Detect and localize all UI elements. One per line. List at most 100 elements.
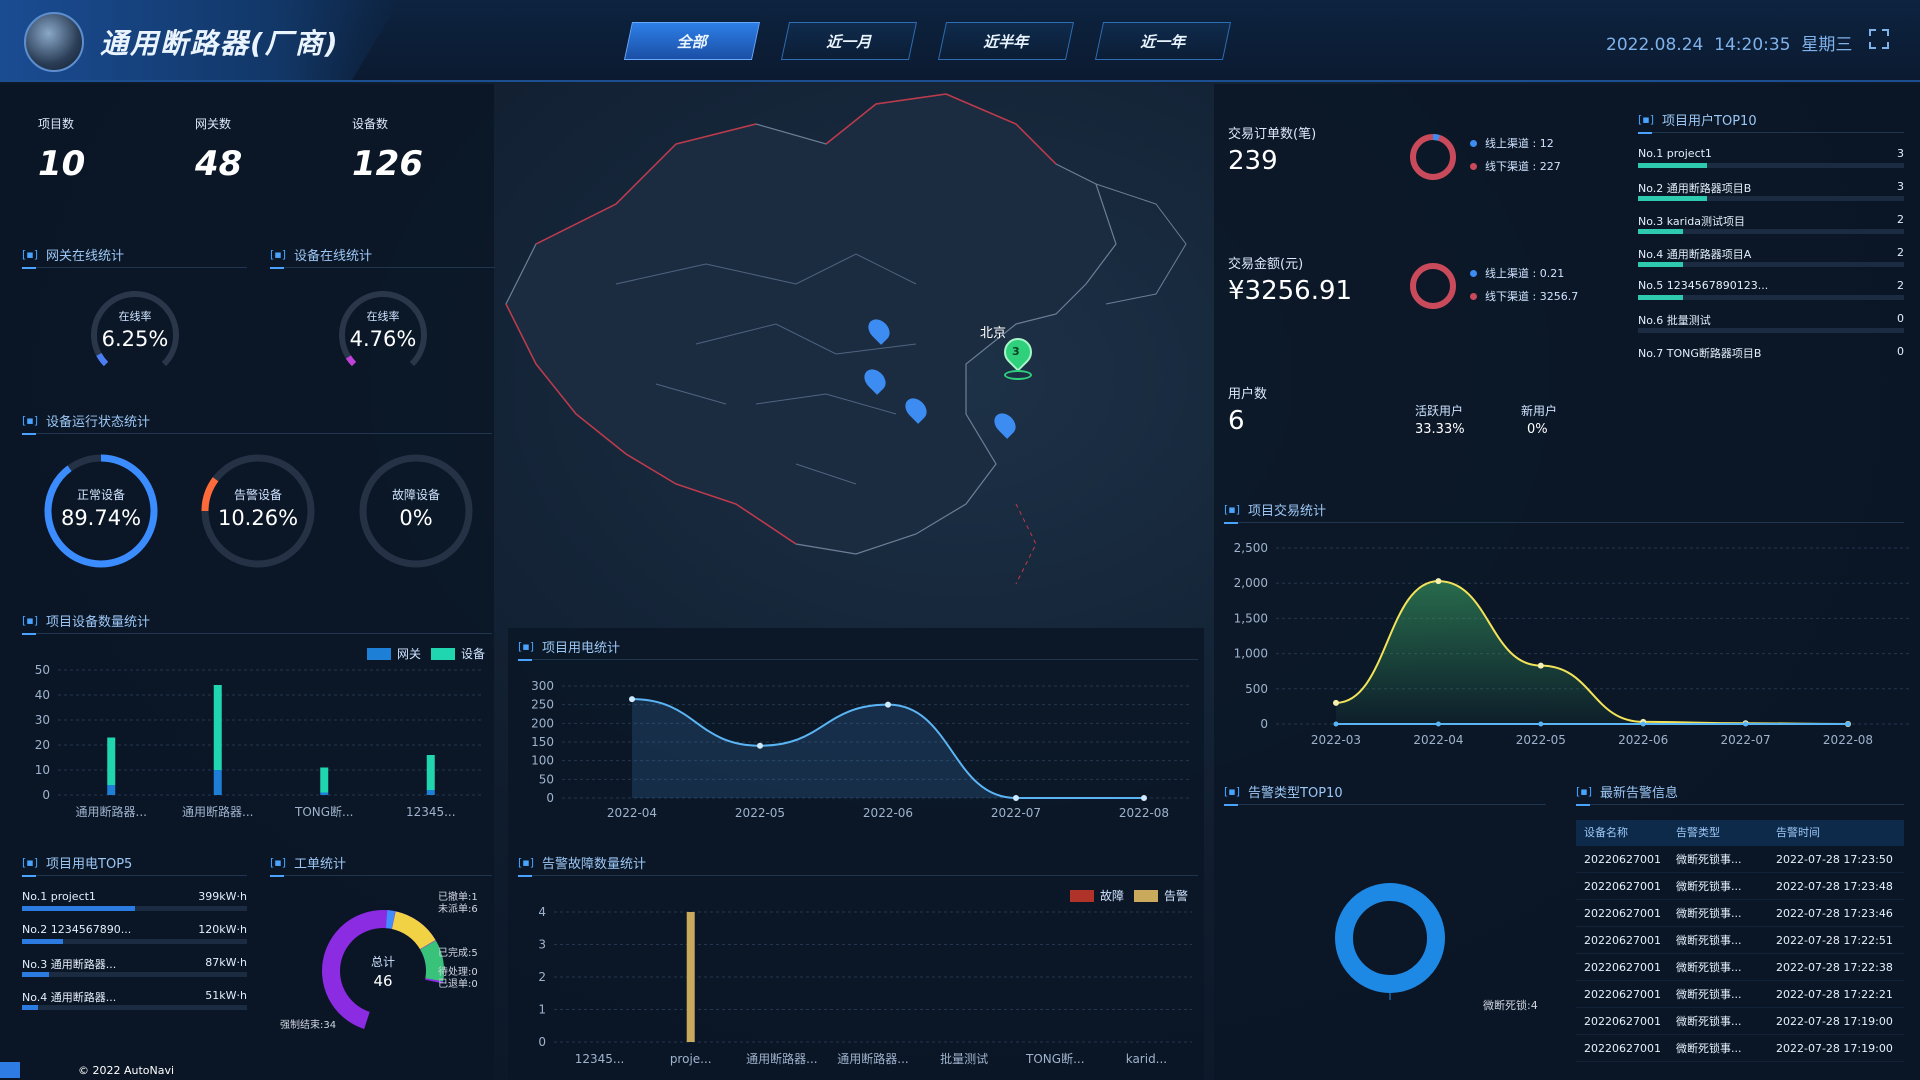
power-line-chart: 300 250 200 150 100 50 0 2022-04 2022-05 2022-06 2… bbox=[531, 679, 1192, 820]
device-online-rate: 4.76% bbox=[349, 327, 417, 351]
alarm-device-value: 10.26% bbox=[217, 506, 299, 530]
y-tick-label: 40 bbox=[35, 688, 50, 702]
x-tick-label: 2022-07 bbox=[991, 806, 1041, 820]
table-row[interactable]: 20220627001 微断死锁事... 2022-07-28 17:23:50 bbox=[1576, 846, 1904, 873]
area-fill bbox=[632, 699, 1144, 798]
data-point bbox=[629, 696, 635, 703]
gateways-count: 48 bbox=[195, 144, 243, 184]
tab-last-year[interactable]: 近一年 bbox=[1094, 22, 1232, 60]
legend-swatch bbox=[431, 647, 455, 660]
bar bbox=[107, 737, 116, 785]
list-item: No.1 project1 3 bbox=[1638, 147, 1904, 180]
bracket-icon: [▪] bbox=[1224, 785, 1241, 798]
data-point bbox=[757, 742, 763, 749]
new-users-value: 0% bbox=[1527, 422, 1548, 437]
x-tick-label: proje... bbox=[670, 1052, 712, 1066]
list-item: No.4 通用断路器... 51kW·h bbox=[22, 989, 247, 1022]
table-row[interactable]: 20220627001 微断死锁事... 2022-07-28 17:23:46 bbox=[1576, 900, 1904, 927]
tab-half-year[interactable]: 近半年 bbox=[937, 22, 1075, 60]
progress-fill bbox=[22, 972, 49, 977]
y-tick-label: 2,500 bbox=[1234, 541, 1268, 555]
blue-dot-icon bbox=[1470, 270, 1477, 277]
bracket-icon: [▪] bbox=[518, 856, 535, 869]
table-row[interactable]: 20220627001 微断死锁事... 2022-07-28 17:22:51 bbox=[1576, 927, 1904, 954]
y-tick-label: 20 bbox=[35, 738, 50, 752]
x-tick-label: 12345... bbox=[575, 1052, 625, 1066]
table-row[interactable]: 20220627001 微断死锁事... 2022-07-28 17:19:00 bbox=[1576, 1035, 1904, 1062]
latest-alarms-title: [▪] 最新告警信息 bbox=[1576, 782, 1904, 806]
map-credit: © 2022 AutoNavi bbox=[0, 1062, 174, 1078]
beijing-label: 北京 bbox=[980, 326, 1007, 341]
table-row[interactable]: 20220627001 微断死锁事... 2022-07-28 17:22:38 bbox=[1576, 954, 1904, 981]
progress-fill bbox=[1638, 262, 1684, 267]
wo-label-completed: 已完成:5 bbox=[438, 948, 478, 959]
data-point bbox=[1333, 699, 1339, 706]
bracket-icon: [▪] bbox=[1224, 503, 1241, 516]
x-tick-label: 批量测试 bbox=[940, 1051, 988, 1066]
trade-stats-title: [▪] 项目交易统计 bbox=[1224, 500, 1904, 524]
fullscreen-icon[interactable] bbox=[1868, 28, 1890, 50]
map-cluster-ring bbox=[1004, 370, 1032, 380]
y-tick-label: 2 bbox=[538, 970, 546, 984]
order-count-label: 交易订单数(笔) bbox=[1228, 127, 1317, 142]
y-tick-label: 0 bbox=[42, 788, 50, 802]
progress-fill bbox=[22, 906, 135, 911]
alarm-type-donut bbox=[1335, 883, 1445, 1000]
tab-all[interactable]: 全部 bbox=[623, 22, 761, 60]
bracket-icon: [▪] bbox=[270, 856, 287, 869]
gateway-online-label: 在线率 bbox=[118, 310, 152, 323]
users-count: 6 bbox=[1228, 406, 1245, 436]
x-tick-label: 12345... bbox=[406, 805, 456, 819]
order-offline-item: 线下渠道 : 227 bbox=[1470, 158, 1561, 174]
devices-count: 126 bbox=[352, 144, 423, 184]
tab-last-month[interactable]: 近一月 bbox=[780, 22, 918, 60]
list-item: No.2 通用断路器项目B 3 bbox=[1638, 180, 1904, 213]
order-online-item: 线上渠道 : 12 bbox=[1470, 135, 1554, 151]
work-orders-title: [▪] 工单统计 bbox=[270, 853, 492, 877]
bar bbox=[107, 785, 116, 795]
y-tick-label: 100 bbox=[531, 754, 554, 768]
x-tick-label: 2022-04 bbox=[607, 806, 657, 820]
gateway-online-rate: 6.25% bbox=[101, 327, 169, 351]
table-row[interactable]: 20220627001 微断死锁事... 2022-07-28 17:19:00 bbox=[1576, 1008, 1904, 1035]
x-tick-label: 2022-04 bbox=[1413, 733, 1463, 747]
bar bbox=[426, 755, 435, 790]
x-tick-label: 2022-06 bbox=[1618, 733, 1668, 747]
list-item: No.1 project1 399kW·h bbox=[22, 890, 247, 923]
x-tick-label: 通用断路器... bbox=[76, 804, 147, 819]
bracket-icon: [▪] bbox=[22, 614, 39, 627]
china-map[interactable] bbox=[496, 84, 1214, 624]
x-tick-label: karid... bbox=[1126, 1052, 1167, 1066]
bracket-icon: [▪] bbox=[22, 248, 39, 261]
y-tick-label: 500 bbox=[1245, 682, 1268, 696]
x-tick-label: 2022-08 bbox=[1823, 733, 1873, 747]
data-point bbox=[1845, 721, 1851, 727]
work-orders-center-label: 总计 bbox=[370, 955, 395, 969]
y-tick-label: 50 bbox=[539, 772, 554, 786]
y-tick-label: 0 bbox=[1260, 717, 1268, 731]
data-point bbox=[1743, 721, 1749, 727]
x-tick-label: TONG断... bbox=[294, 804, 354, 819]
blue-dot-icon bbox=[1470, 140, 1477, 147]
order-channel-ring bbox=[1410, 134, 1456, 180]
y-tick-label: 300 bbox=[531, 679, 554, 693]
alarm-device-label: 告警设备 bbox=[233, 488, 282, 502]
y-tick-label: 2,000 bbox=[1234, 576, 1268, 590]
list-item: No.3 karida测试项目 2 bbox=[1638, 213, 1904, 246]
devices-label: 设备数 bbox=[352, 117, 389, 131]
amount-online-item: 线上渠道 : 0.21 bbox=[1470, 265, 1564, 281]
header-datetime: 2022.08.24 14:20:35 星期三 bbox=[1606, 30, 1852, 55]
table-row[interactable]: 20220627001 微断死锁事... 2022-07-28 17:23:48 bbox=[1576, 873, 1904, 900]
projects-label: 项目数 bbox=[38, 117, 75, 131]
power-stats-title: [▪] 项目用电统计 bbox=[518, 637, 1198, 661]
y-tick-label: 0 bbox=[546, 791, 554, 805]
power-top5-list: No.1 project1 399kW·h No.2 1234567890... 1… bbox=[22, 890, 247, 1030]
y-tick-label: 1,500 bbox=[1234, 611, 1268, 625]
data-point bbox=[1640, 721, 1646, 727]
users-label: 用户数 bbox=[1228, 387, 1268, 402]
user-top10-list: No.1 project1 3 No.2 通用断路器项目B 3 No.3 karid… bbox=[1638, 147, 1904, 367]
table-row[interactable]: 20220627001 微断死锁事... 2022-07-28 17:22:21 bbox=[1576, 981, 1904, 1008]
device-online-label: 在线率 bbox=[366, 310, 400, 323]
col-device-name: 设备名称 bbox=[1584, 826, 1628, 839]
order-amount: ¥3256.91 bbox=[1228, 276, 1353, 306]
